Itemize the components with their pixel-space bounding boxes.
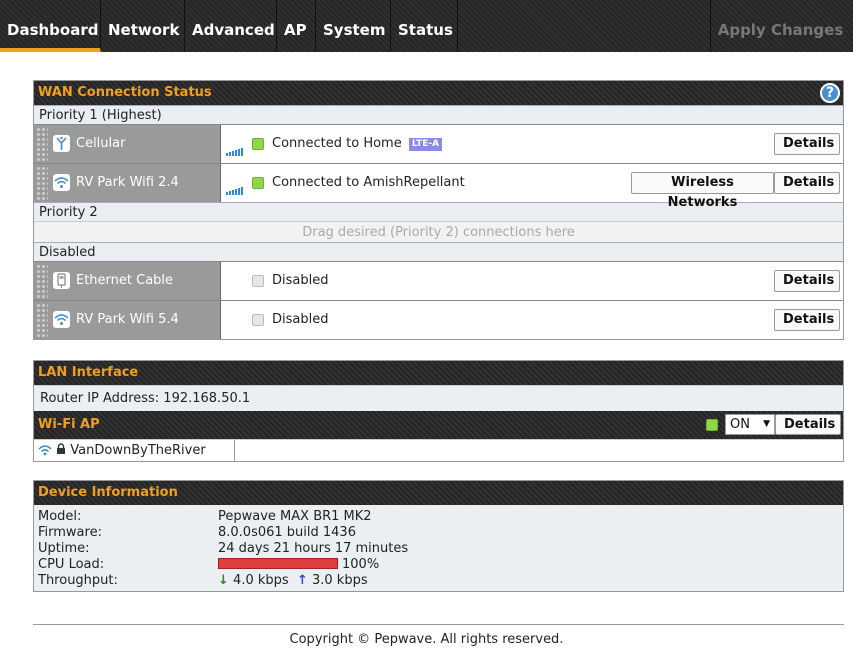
- lan-interface-panel: LAN Interface Router IP Address: 192.168…: [33, 360, 844, 462]
- lan-panel-title: LAN Interface: [38, 365, 139, 380]
- ethernet-icon: [53, 272, 70, 289]
- model-label: Model:: [38, 509, 82, 524]
- connection-status: Connected to AmishRepellant: [272, 175, 465, 190]
- wan-panel-header: WAN Connection Status ?: [34, 81, 843, 105]
- wan-row-cellular[interactable]: Cellular Connected to Home LTE-A Details: [34, 124, 843, 163]
- details-button[interactable]: Details: [774, 133, 840, 155]
- upload-rate: 3.0 kbps: [311, 573, 368, 588]
- throughput-row: Throughput: ↓ 4.0 kbps ↑ 3.0 kbps: [38, 573, 839, 589]
- wifi-ap-toggle-select[interactable]: ON ▼: [725, 414, 775, 435]
- connection-name: RV Park Wifi 2.4: [76, 175, 179, 190]
- uptime-label: Uptime:: [38, 541, 90, 556]
- apply-changes-button[interactable]: Apply Changes: [710, 0, 850, 52]
- help-icon[interactable]: ?: [820, 83, 840, 103]
- lan-panel-header: LAN Interface: [34, 361, 843, 385]
- device-information-panel: Device Information Model: Pepwave MAX BR…: [33, 480, 844, 592]
- connection-status: Disabled: [272, 312, 329, 327]
- priority-2-drop-zone[interactable]: Drag desired (Priority 2) connections he…: [34, 221, 843, 242]
- tab-system[interactable]: System: [316, 0, 391, 52]
- wan-connection-panel: WAN Connection Status ? Priority 1 (High…: [33, 80, 844, 340]
- cpu-load-bar: [218, 558, 338, 569]
- uptime-value: 24 days 21 hours 17 minutes: [218, 541, 409, 556]
- tab-dashboard[interactable]: Dashboard: [0, 0, 101, 52]
- router-ip-address: Router IP Address: 192.168.50.1: [34, 385, 843, 411]
- drag-handle[interactable]: [36, 264, 48, 298]
- firmware-label: Firmware:: [38, 525, 102, 540]
- tab-advanced[interactable]: Advanced: [185, 0, 277, 52]
- wifi-ap-details-button[interactable]: Details: [775, 414, 841, 435]
- device-panel-title: Device Information: [38, 485, 178, 500]
- connected-status-led: [252, 138, 264, 150]
- priority-1-label: Priority 1 (Highest): [34, 105, 843, 124]
- signal-strength-icon: [226, 180, 244, 195]
- upload-arrow-icon: ↑: [296, 573, 308, 588]
- disabled-status-led: [252, 314, 264, 326]
- drag-handle[interactable]: [36, 127, 48, 161]
- device-panel-header: Device Information: [34, 481, 843, 505]
- disabled-label: Disabled: [34, 242, 843, 261]
- lte-badge: LTE-A: [408, 138, 443, 151]
- wifi-ap-status-led: [706, 419, 718, 431]
- connection-status: Connected to Home: [272, 136, 402, 151]
- copyright-footer: Copyright © Pepwave. All rights reserved…: [289, 632, 564, 647]
- wifi-ap-header: Wi-Fi AP ON ▼ Details: [34, 411, 843, 439]
- connected-status-led: [252, 177, 264, 189]
- wan-row-rv-park-wifi-24[interactable]: RV Park Wifi 2.4 Connected to AmishRepel…: [34, 163, 843, 210]
- wifi-icon: [53, 311, 70, 328]
- details-button[interactable]: Details: [774, 270, 840, 292]
- download-rate: 4.0 kbps: [233, 573, 289, 588]
- cellular-icon: [53, 135, 70, 152]
- wireless-networks-button[interactable]: Wireless Networks: [631, 172, 774, 210]
- ssid-name: VanDownByTheRiver: [70, 443, 206, 458]
- uptime-row: Uptime: 24 days 21 hours 17 minutes: [38, 541, 839, 557]
- model-value: Pepwave MAX BR1 MK2: [218, 509, 372, 524]
- wifi-ap-row: VanDownByTheRiver: [34, 439, 843, 464]
- connection-name: Cellular: [76, 136, 126, 151]
- cpu-load-value: 100%: [342, 557, 380, 572]
- connection-name: RV Park Wifi 5.4: [76, 312, 179, 327]
- wifi-icon: [38, 442, 52, 464]
- throughput-label: Throughput:: [38, 573, 118, 588]
- cpu-load-row: CPU Load: 100%: [38, 557, 839, 573]
- details-button[interactable]: Details: [774, 309, 840, 331]
- drag-handle[interactable]: [36, 303, 48, 337]
- lock-icon: [56, 441, 66, 463]
- wifi-icon: [53, 174, 70, 191]
- dropdown-arrow-icon: ▼: [763, 419, 770, 429]
- details-button[interactable]: Details: [774, 172, 840, 194]
- footer-divider: [33, 624, 844, 625]
- firmware-value: 8.0.0s061 build 1436: [218, 525, 356, 540]
- wan-row-ethernet-cable[interactable]: Ethernet Cable Disabled Details: [34, 261, 843, 300]
- tab-network[interactable]: Network: [101, 0, 185, 52]
- firmware-row: Firmware: 8.0.0s061 build 1436: [38, 525, 839, 541]
- wan-row-rv-park-wifi-54[interactable]: RV Park Wifi 5.4 Disabled Details: [34, 300, 843, 339]
- cpu-load-label: CPU Load:: [38, 557, 105, 572]
- disabled-status-led: [252, 275, 264, 287]
- top-nav: Dashboard Network Advanced AP System Sta…: [0, 0, 853, 52]
- tab-ap[interactable]: AP: [277, 0, 316, 52]
- model-row: Model: Pepwave MAX BR1 MK2: [38, 509, 839, 525]
- connection-status: Disabled: [272, 273, 329, 288]
- drag-handle[interactable]: [36, 166, 48, 200]
- tab-status[interactable]: Status: [391, 0, 458, 52]
- signal-strength-icon: [226, 141, 244, 156]
- download-arrow-icon: ↓: [218, 573, 229, 588]
- toggle-value: ON: [730, 417, 750, 432]
- wifi-ap-title: Wi-Fi AP: [38, 417, 100, 432]
- connection-name: Ethernet Cable: [76, 273, 174, 288]
- wan-panel-title: WAN Connection Status: [38, 85, 212, 100]
